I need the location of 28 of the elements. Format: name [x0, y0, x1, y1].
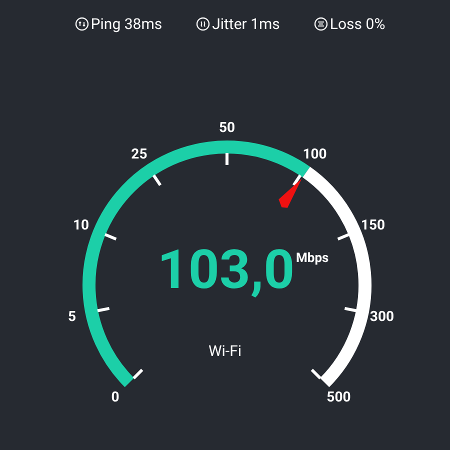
scale-tick — [292, 174, 302, 186]
scale-label: 50 — [218, 120, 236, 136]
scale-label: 0 — [111, 389, 120, 406]
scale-label: 100 — [302, 146, 327, 162]
stat-label: Loss 0% — [330, 14, 386, 35]
scale-tick — [310, 368, 322, 379]
scale-label: 300 — [370, 308, 394, 324]
scale-tick — [337, 232, 350, 240]
scale-label: 150 — [360, 217, 386, 234]
scale-tick — [104, 232, 117, 240]
needle-icon — [278, 178, 302, 208]
connection-label: Wi-Fi — [208, 342, 242, 360]
scale-label: 500 — [326, 389, 351, 406]
scale-tick — [226, 152, 228, 164]
scale-tick — [132, 368, 144, 379]
scale-tick — [344, 306, 357, 312]
stat-label: Ping 38ms — [90, 14, 162, 35]
stat-label: Jitter 1ms — [212, 14, 280, 35]
scale-label: 25 — [131, 146, 148, 162]
speed-unit: Mbps — [296, 250, 329, 266]
scale-tick — [97, 306, 110, 312]
wave-icon — [196, 17, 210, 32]
lines-icon — [314, 17, 328, 32]
arrows-icon — [74, 17, 89, 32]
scale-label: 5 — [68, 308, 76, 324]
speed-value: 103,0 — [157, 238, 295, 302]
scale-label: 10 — [73, 217, 90, 234]
scale-tick — [152, 174, 162, 186]
